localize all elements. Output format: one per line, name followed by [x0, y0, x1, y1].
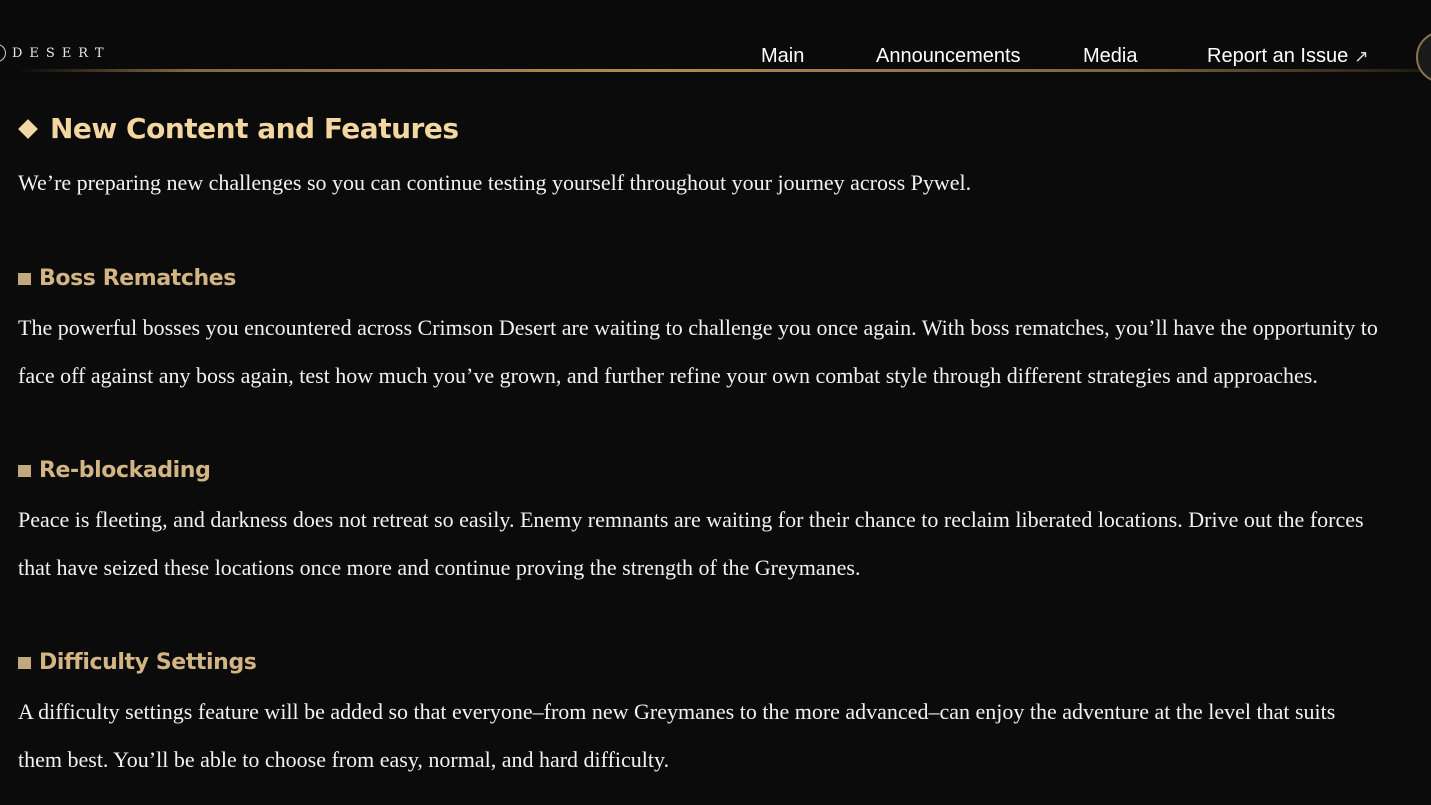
- paragraph-line: The powerful bosses you encountered acro…: [18, 315, 1378, 340]
- paragraph-line: them best. You’ll be able to choose from…: [18, 747, 670, 772]
- paragraph-line: Peace is fleeting, and darkness does not…: [18, 507, 1364, 532]
- square-bullet-icon: [18, 272, 31, 285]
- main-nav: Main Announcements Media Report an Issue…: [0, 44, 1431, 70]
- external-link-icon: ↗: [1354, 47, 1369, 66]
- nav-report-issue-label: Report an Issue: [1207, 45, 1349, 67]
- account-button[interactable]: [1416, 31, 1431, 83]
- page: DESERT Main Announcements Media Report a…: [0, 0, 1431, 805]
- nav-media-link[interactable]: Media: [1083, 44, 1137, 68]
- subsection-title: Re-blockading: [39, 458, 211, 483]
- subsection-heading-boss-rematches: Boss Rematches: [18, 266, 236, 291]
- intro-paragraph: We’re preparing new challenges so you ca…: [18, 170, 972, 195]
- paragraph-line: face off against any boss again, test ho…: [18, 363, 1318, 388]
- section-heading: New Content and Features: [18, 112, 459, 145]
- paragraph-line: A difficulty settings feature will be ad…: [18, 699, 1336, 724]
- square-bullet-icon: [18, 656, 31, 669]
- nav-announcements-link[interactable]: Announcements: [876, 44, 1021, 68]
- nav-report-issue-link[interactable]: Report an Issue ↗: [1207, 44, 1368, 69]
- paragraph-line: that have seized these locations once mo…: [18, 555, 861, 580]
- subsection-heading-difficulty-settings: Difficulty Settings: [18, 650, 257, 675]
- nav-main-link[interactable]: Main: [761, 44, 804, 68]
- square-bullet-icon: [18, 464, 31, 477]
- site-header: DESERT Main Announcements Media Report a…: [0, 0, 1431, 83]
- subsection-title: Boss Rematches: [39, 266, 236, 291]
- subsection-heading-re-blockading: Re-blockading: [18, 458, 211, 483]
- section-title: New Content and Features: [50, 112, 459, 145]
- subsection-title: Difficulty Settings: [39, 650, 257, 675]
- header-divider: [20, 69, 1420, 72]
- diamond-bullet-icon: [18, 118, 38, 139]
